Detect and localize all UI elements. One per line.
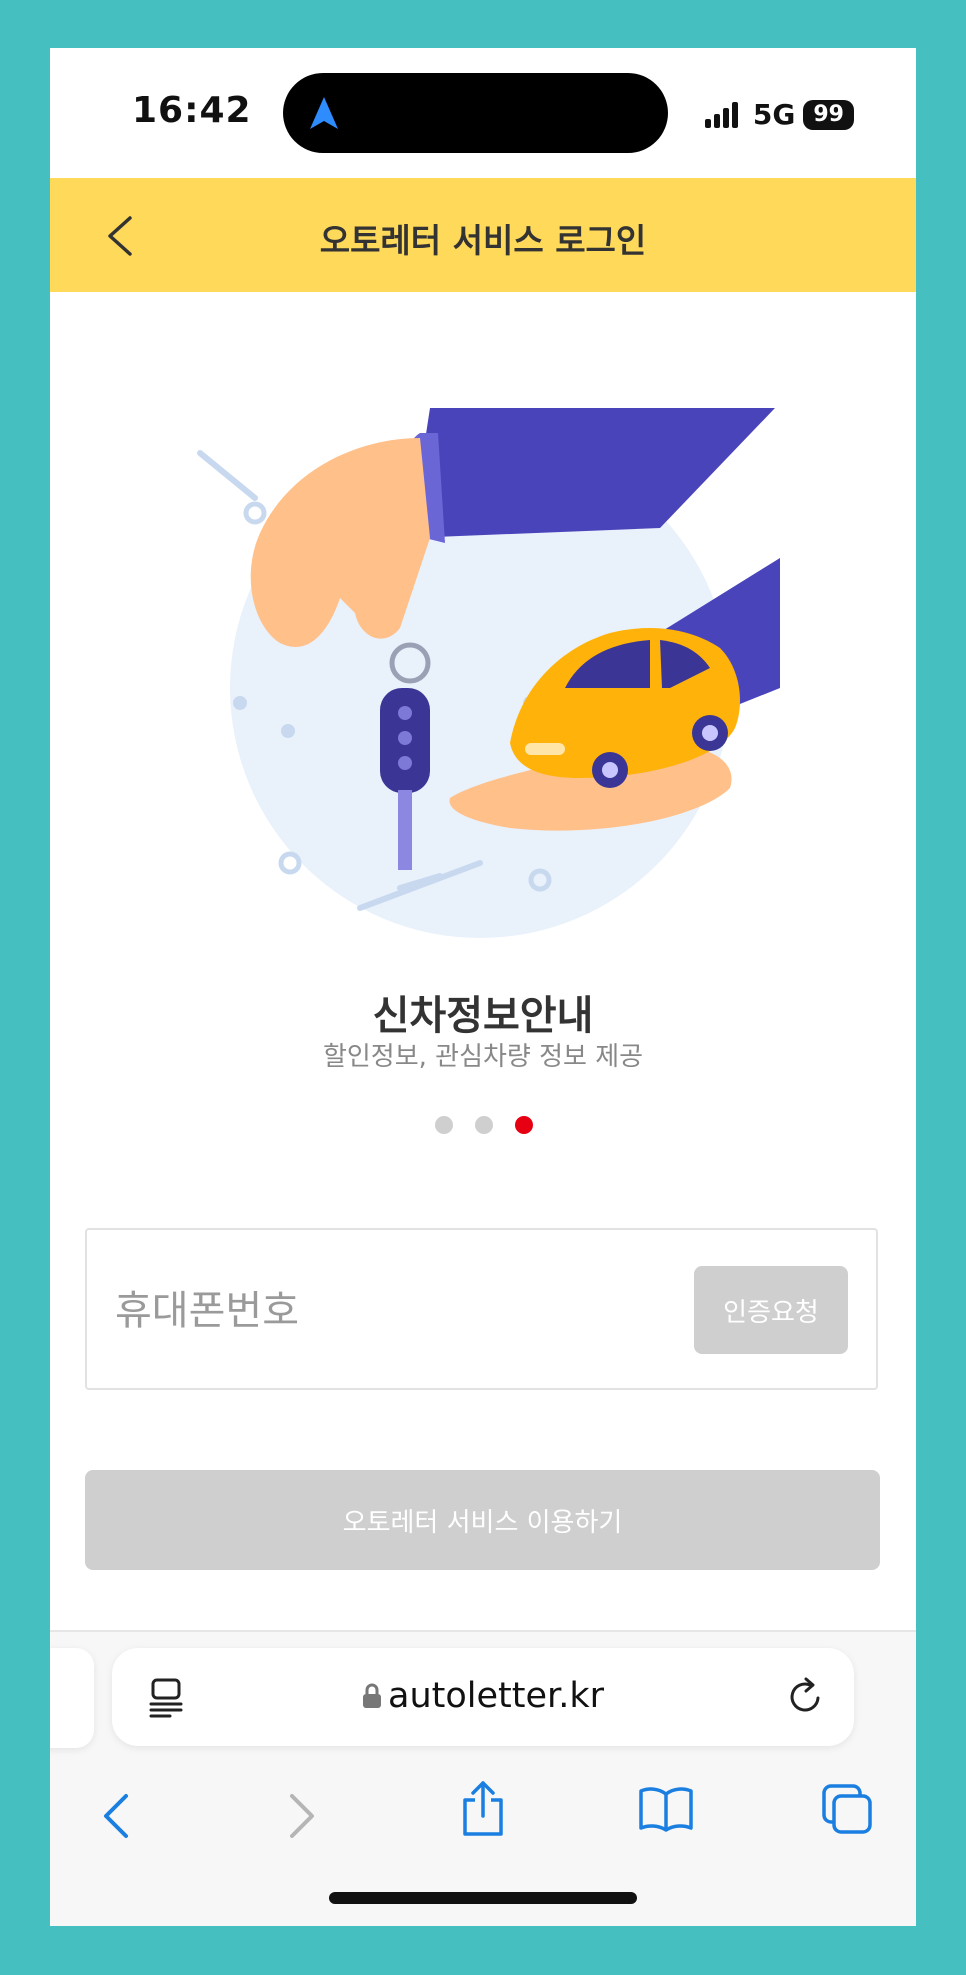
address-bar[interactable]: autoletter.kr (112, 1648, 854, 1746)
phone-input-container: 인증요청 (85, 1228, 878, 1390)
pagination-dot-3[interactable] (515, 1116, 533, 1134)
pagination-dot-2[interactable] (475, 1116, 493, 1134)
signal-bars-icon (704, 101, 738, 128)
navigation-arrow-icon (310, 97, 338, 129)
share-icon[interactable] (460, 1780, 506, 1838)
home-indicator (329, 1892, 637, 1904)
pagination-dot-1[interactable] (435, 1116, 453, 1134)
request-verification-button[interactable]: 인증요청 (694, 1266, 848, 1354)
tabs-icon[interactable] (822, 1784, 874, 1834)
previous-tab-peek[interactable] (50, 1648, 94, 1748)
phone-screen: 16:42 5G 99 오토레터 서비스 로그인 신차정보안내 할인정보, 관심… (50, 48, 916, 1926)
battery-indicator: 99 (803, 99, 854, 130)
back-nav-icon[interactable] (98, 1792, 134, 1840)
bookmarks-icon[interactable] (638, 1786, 694, 1832)
lock-icon (363, 1683, 382, 1708)
forward-nav-icon[interactable] (284, 1792, 320, 1840)
use-service-button[interactable]: 오토레터 서비스 이용하기 (85, 1470, 880, 1570)
url-display: autoletter.kr (112, 1676, 854, 1716)
url-text: autoletter.kr (388, 1676, 604, 1716)
reload-icon[interactable] (786, 1676, 826, 1718)
app-header: 오토레터 서비스 로그인 (50, 178, 916, 292)
network-type: 5G (752, 98, 796, 131)
carousel-subtitle: 할인정보, 관심차량 정보 제공 (322, 1042, 644, 1072)
dynamic-island (283, 73, 668, 153)
carousel-pagination (435, 1116, 533, 1134)
page-title: 오토레터 서비스 로그인 (319, 221, 647, 260)
car-key-handover-illustration (197, 408, 780, 938)
phone-number-input[interactable] (113, 1278, 657, 1344)
status-time: 16:42 (132, 90, 252, 131)
carousel-title: 신차정보안내 (372, 993, 594, 1039)
status-indicators: 5G 99 (704, 98, 854, 131)
browser-toolbar: autoletter.kr (50, 1630, 916, 1926)
